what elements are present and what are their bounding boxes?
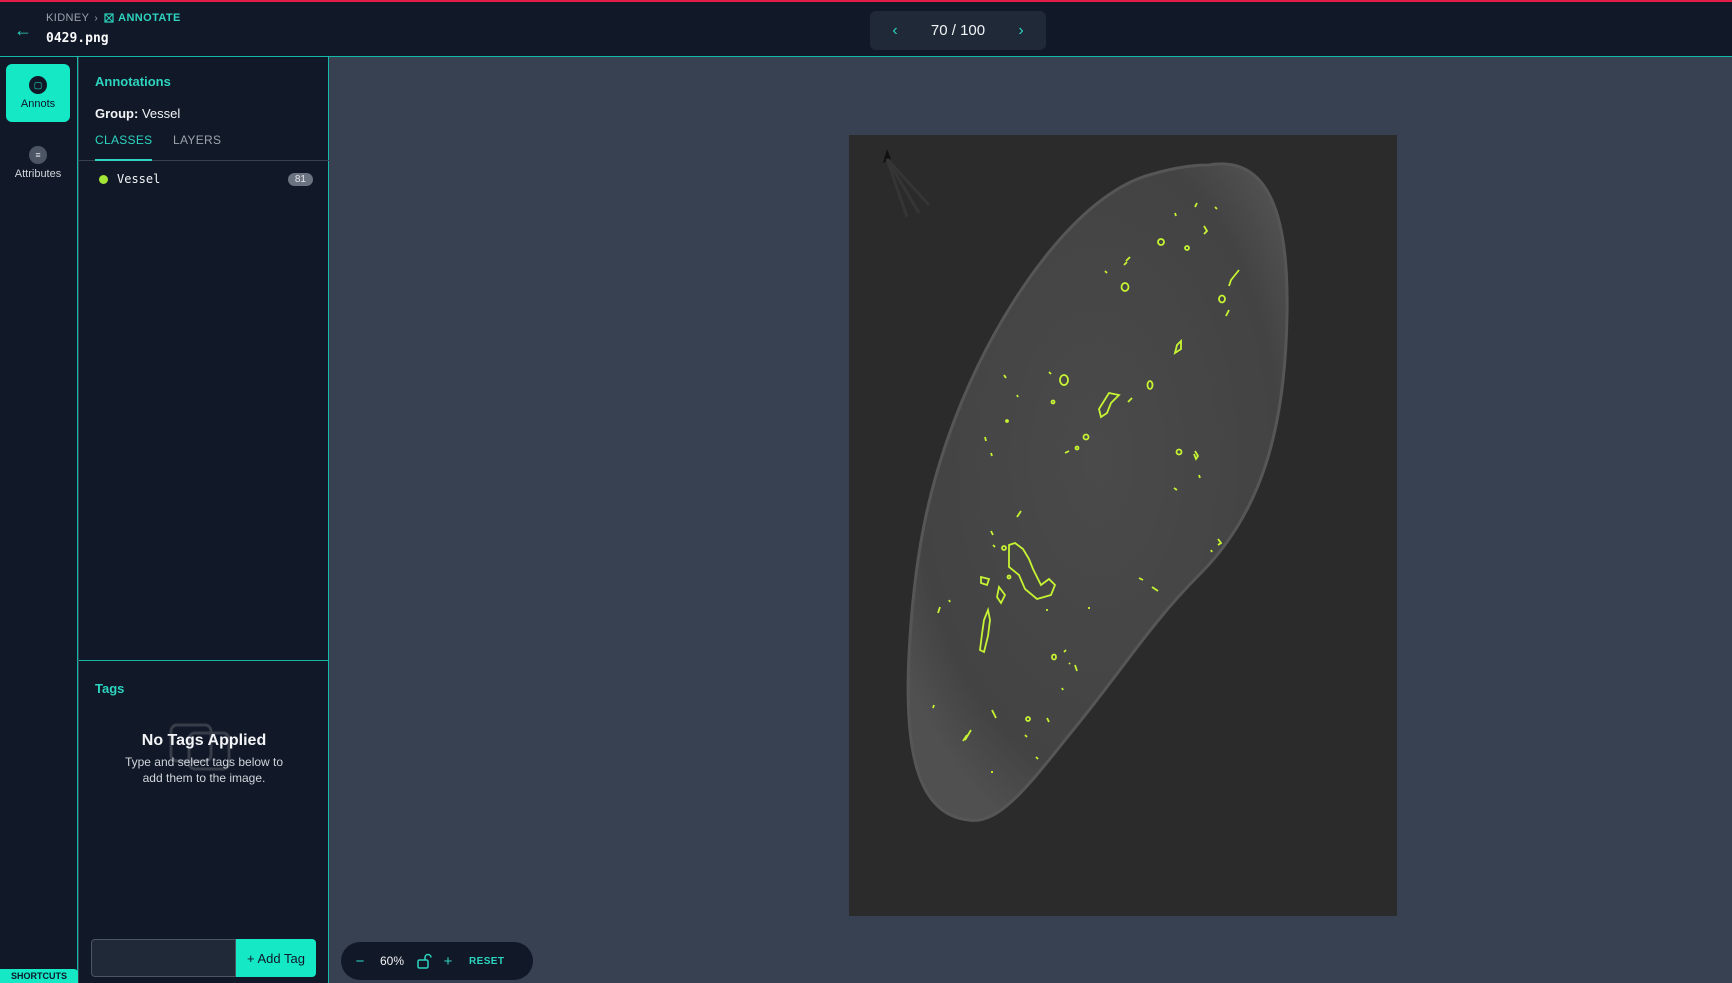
unlock-icon[interactable]: [415, 952, 433, 970]
class-color-dot: [99, 174, 108, 184]
previous-image-button[interactable]: ‹: [884, 20, 906, 42]
class-count-badge: 81: [287, 172, 313, 186]
group-value: Vessel: [141, 106, 181, 121]
add-tag-button[interactable]: + Add Tag: [236, 939, 316, 977]
class-name: Vessel: [117, 172, 161, 186]
zoom-out-button[interactable]: −: [351, 953, 369, 970]
top-bar: ← KIDNEY › ANNOTATE 0429.png ‹ 70 / 100 …: [0, 0, 1732, 57]
no-tags-title: No Tags Applied: [141, 732, 267, 749]
shortcuts-button[interactable]: SHORTCUTS: [0, 969, 78, 983]
annotations-panel: Annotations Group: Vessel CLASSES LAYERS…: [79, 57, 329, 983]
zoom-in-button[interactable]: +: [439, 953, 457, 970]
panel-title: Annotations: [95, 74, 171, 89]
annotation-app: ← KIDNEY › ANNOTATE 0429.png ‹ 70 / 100 …: [0, 0, 1732, 983]
breadcrumb: KIDNEY › ANNOTATE: [46, 12, 181, 24]
panel-tabs: CLASSES LAYERS: [79, 133, 329, 161]
class-row-vessel[interactable]: Vessel 81: [95, 169, 313, 189]
reset-zoom-button[interactable]: RESET: [469, 956, 504, 967]
rail-item-annots[interactable]: ▢ Annots: [6, 64, 70, 122]
tab-classes[interactable]: CLASSES: [95, 133, 153, 161]
group-line: Group: Vessel: [95, 106, 180, 121]
no-tags-subtitle: Type and select tags below to add them t…: [124, 755, 284, 785]
tags-section: Tags No Tags Applied Type and select tag…: [79, 660, 329, 983]
tag-input[interactable]: [91, 939, 236, 977]
rail-item-label: Annots: [20, 98, 56, 110]
image-pager: ‹ 70 / 100 ›: [870, 11, 1046, 50]
list-icon: ≡: [29, 146, 47, 164]
tab-layers[interactable]: LAYERS: [173, 133, 221, 161]
rail-item-label: Attributes: [14, 168, 62, 180]
back-arrow-icon[interactable]: ←: [12, 19, 34, 41]
next-image-button[interactable]: ›: [1010, 20, 1032, 42]
breadcrumb-root[interactable]: KIDNEY: [46, 12, 89, 24]
scan-svg: [849, 135, 1397, 916]
breadcrumb-current: ANNOTATE: [103, 12, 181, 24]
file-name: 0429.png: [46, 31, 109, 46]
breadcrumb-current-label: ANNOTATE: [118, 12, 181, 24]
left-rail: ▢ Annots ≡ Attributes: [0, 57, 78, 983]
group-label: Group:: [95, 106, 139, 121]
pager-position: 70 / 100: [930, 22, 986, 39]
image-canvas[interactable]: − 60% + RESET: [329, 57, 1732, 983]
annotate-icon: [104, 13, 114, 23]
kidney-scan-image[interactable]: [849, 135, 1397, 916]
zoom-level: 60%: [379, 954, 405, 968]
annotation-icon: ▢: [29, 76, 47, 94]
rail-item-attributes[interactable]: ≡ Attributes: [6, 134, 70, 192]
zoom-controls: − 60% + RESET: [341, 942, 533, 980]
tags-title: Tags: [95, 681, 125, 696]
chevron-right-icon: ›: [94, 12, 99, 24]
